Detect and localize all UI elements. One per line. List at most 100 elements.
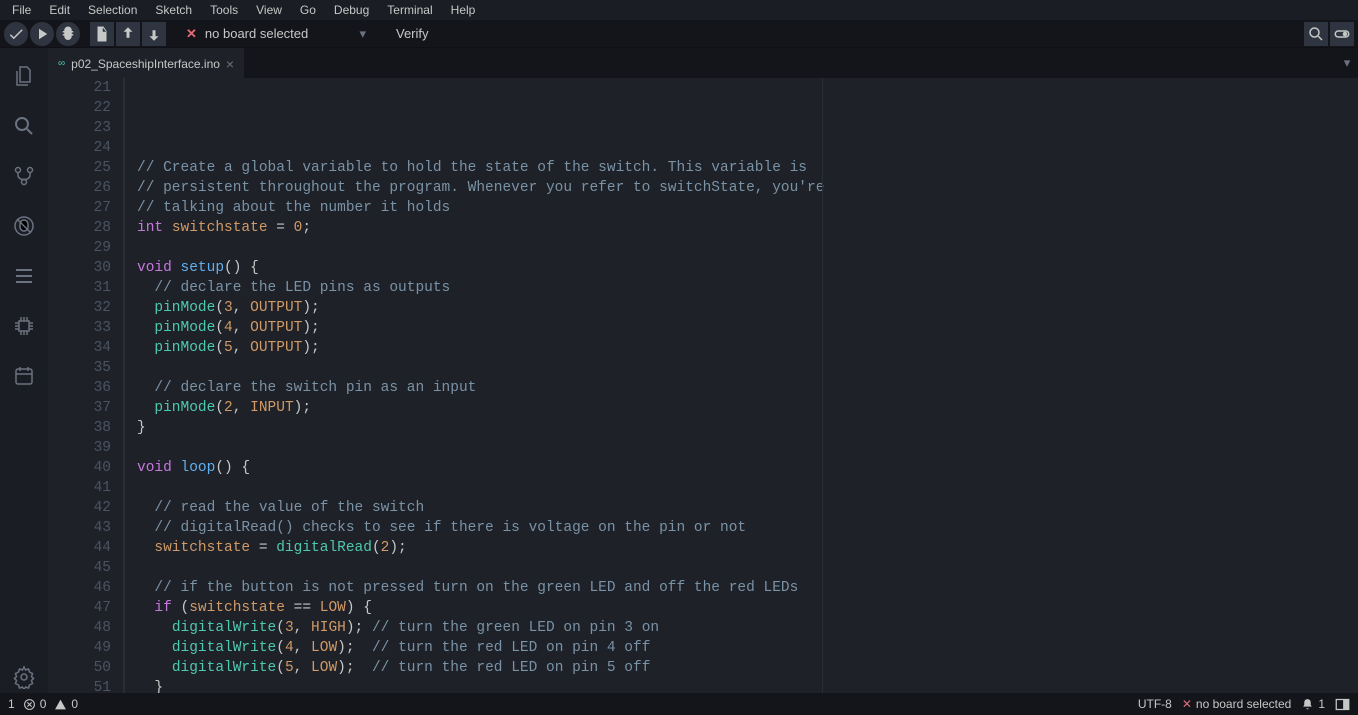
tab-filename: p02_SpaceshipInterface.ino	[71, 57, 220, 71]
warning-count: 0	[71, 697, 78, 711]
menu-tools[interactable]: Tools	[202, 1, 246, 19]
code-line[interactable]	[137, 138, 1358, 158]
close-icon: ✕	[1182, 697, 1192, 711]
menu-sketch[interactable]: Sketch	[147, 1, 200, 19]
settings-tab[interactable]	[8, 661, 40, 693]
gear-icon	[12, 665, 36, 689]
list-icon	[12, 264, 36, 288]
serial-plotter-button[interactable]	[1304, 22, 1328, 46]
search-icon	[12, 114, 36, 138]
menu-selection[interactable]: Selection	[80, 1, 145, 19]
branch-icon	[12, 164, 36, 188]
menu-edit[interactable]: Edit	[41, 1, 78, 19]
outline-tab[interactable]	[8, 260, 40, 292]
verify-text-button[interactable]: Verify	[384, 22, 441, 46]
status-cursor[interactable]: 1	[8, 697, 15, 711]
debug-tab[interactable]	[8, 210, 40, 242]
status-layout-button[interactable]	[1335, 698, 1350, 711]
calendar-icon	[12, 364, 36, 388]
verify-button-icon[interactable]	[4, 22, 28, 46]
menu-view[interactable]: View	[248, 1, 290, 19]
code-line[interactable]: // Create a global variable to hold the …	[137, 158, 1358, 178]
code-line[interactable]: void loop() {	[137, 458, 1358, 478]
status-board-label: no board selected	[1196, 697, 1291, 711]
error-icon	[23, 698, 36, 711]
code-content[interactable]: // Create a global variable to hold the …	[123, 78, 1358, 693]
arduino-file-icon: ∞	[58, 58, 65, 69]
code-line[interactable]: digitalWrite(4, LOW); // turn the red LE…	[137, 638, 1358, 658]
status-warnings[interactable]: 0	[54, 697, 78, 711]
code-line[interactable]: // declare the LED pins as outputs	[137, 278, 1358, 298]
status-errors[interactable]: 0	[23, 697, 47, 711]
code-line[interactable]: switchstate = digitalRead(2);	[137, 538, 1358, 558]
main-area: ∞ p02_SpaceshipInterface.ino × ▾ 2122232…	[0, 48, 1358, 693]
chip-icon	[12, 314, 36, 338]
menu-help[interactable]: Help	[443, 1, 484, 19]
status-notifications[interactable]: 1	[1301, 697, 1325, 711]
code-line[interactable]: // if the button is not pressed turn on …	[137, 578, 1358, 598]
status-board[interactable]: ✕ no board selected	[1182, 697, 1291, 711]
code-line[interactable]: // read the value of the switch	[137, 498, 1358, 518]
code-line[interactable]: pinMode(2, INPUT);	[137, 398, 1358, 418]
code-editor[interactable]: 2122232425262728293031323334353637383940…	[48, 78, 1358, 693]
statusbar: 1 0 0 UTF-8 ✕ no board selected 1	[0, 693, 1358, 715]
board-selector[interactable]: ✕ no board selected ▾	[176, 22, 376, 46]
toolbar: ✕ no board selected ▾ Verify	[0, 20, 1358, 48]
close-icon: ✕	[186, 26, 197, 42]
check-icon	[7, 25, 25, 43]
tab-spaceship[interactable]: ∞ p02_SpaceshipInterface.ino ×	[48, 48, 244, 78]
tab-overflow-button[interactable]: ▾	[1336, 55, 1358, 71]
upload-button[interactable]	[30, 22, 54, 46]
code-line[interactable]	[137, 558, 1358, 578]
menu-go[interactable]: Go	[292, 1, 324, 19]
menubar: FileEditSelectionSketchToolsViewGoDebugT…	[0, 0, 1358, 20]
save-sketch-button[interactable]	[142, 22, 166, 46]
explorer-tab[interactable]	[8, 60, 40, 92]
serial-monitor-button[interactable]	[1330, 22, 1354, 46]
code-line[interactable]: digitalWrite(3, HIGH); // turn the green…	[137, 618, 1358, 638]
source-control-tab[interactable]	[8, 160, 40, 192]
bell-icon	[1301, 698, 1314, 711]
chevron-down-icon: ▾	[359, 26, 366, 42]
library-manager-tab[interactable]	[8, 360, 40, 392]
file-icon	[93, 25, 111, 43]
code-line[interactable]: pinMode(4, OUTPUT);	[137, 318, 1358, 338]
code-line[interactable]: // persistent throughout the program. Wh…	[137, 178, 1358, 198]
code-line[interactable]	[137, 438, 1358, 458]
code-line[interactable]: // digitalRead() checks to see if there …	[137, 518, 1358, 538]
close-icon[interactable]: ×	[226, 56, 234, 72]
toggle-icon	[1333, 25, 1351, 43]
panel-icon	[1335, 698, 1350, 711]
upload-icon	[119, 25, 137, 43]
notification-count: 1	[1318, 697, 1325, 711]
download-icon	[145, 25, 163, 43]
code-line[interactable]	[137, 358, 1358, 378]
code-line[interactable]: pinMode(5, OUTPUT);	[137, 338, 1358, 358]
menu-file[interactable]: File	[4, 1, 39, 19]
new-sketch-button[interactable]	[90, 22, 114, 46]
magnify-icon	[1307, 25, 1325, 43]
editor-area: ∞ p02_SpaceshipInterface.ino × ▾ 2122232…	[48, 48, 1358, 693]
code-line[interactable]: if (switchstate == LOW) {	[137, 598, 1358, 618]
code-line[interactable]	[137, 238, 1358, 258]
code-line[interactable]: pinMode(3, OUTPUT);	[137, 298, 1358, 318]
code-line[interactable]: }	[137, 418, 1358, 438]
search-tab[interactable]	[8, 110, 40, 142]
code-line[interactable]: int switchstate = 0;	[137, 218, 1358, 238]
line-gutter: 2122232425262728293031323334353637383940…	[48, 78, 123, 693]
status-encoding[interactable]: UTF-8	[1138, 697, 1172, 711]
debug-button[interactable]	[56, 22, 80, 46]
board-manager-tab[interactable]	[8, 310, 40, 342]
code-line[interactable]: digitalWrite(5, LOW); // turn the red LE…	[137, 658, 1358, 678]
warning-icon	[54, 698, 67, 711]
board-label: no board selected	[205, 26, 308, 41]
menu-terminal[interactable]: Terminal	[379, 1, 440, 19]
code-line[interactable]: // talking about the number it holds	[137, 198, 1358, 218]
activitybar	[0, 48, 48, 693]
code-line[interactable]: // declare the switch pin as an input	[137, 378, 1358, 398]
code-line[interactable]	[137, 478, 1358, 498]
menu-debug[interactable]: Debug	[326, 1, 377, 19]
code-line[interactable]: }	[137, 678, 1358, 693]
open-sketch-button[interactable]	[116, 22, 140, 46]
code-line[interactable]: void setup() {	[137, 258, 1358, 278]
